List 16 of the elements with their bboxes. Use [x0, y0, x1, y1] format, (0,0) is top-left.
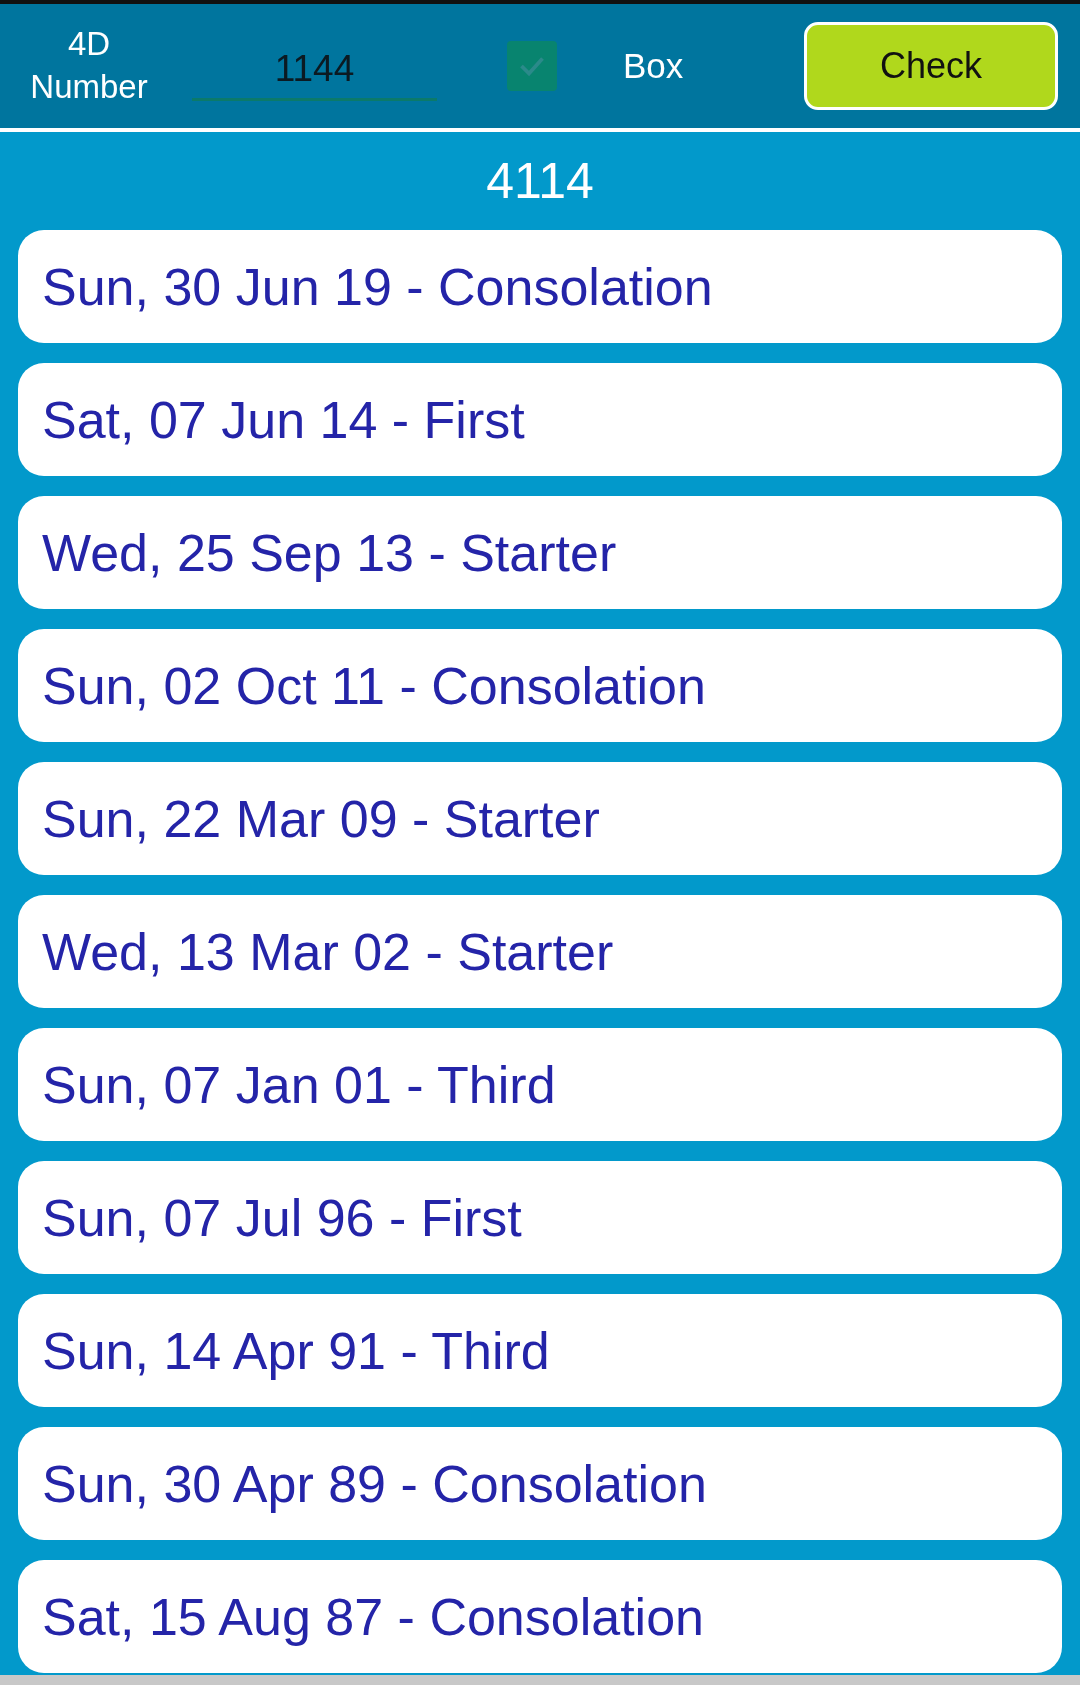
box-label: Box: [623, 46, 684, 86]
number-label: 4D Number: [29, 24, 149, 107]
result-card[interactable]: Sun, 14 Apr 91 - Third: [18, 1294, 1062, 1407]
permutation-number: 4114: [486, 152, 594, 210]
result-card[interactable]: Wed, 25 Sep 13 - Starter: [18, 496, 1062, 609]
box-checkbox[interactable]: [507, 41, 557, 91]
result-card[interactable]: Sun, 30 Apr 89 - Consolation: [18, 1427, 1062, 1540]
result-card[interactable]: Sun, 07 Jul 96 - First: [18, 1161, 1062, 1274]
result-card[interactable]: Sun, 02 Oct 11 - Consolation: [18, 629, 1062, 742]
result-card[interactable]: Sat, 15 Aug 87 - Consolation: [18, 1560, 1062, 1673]
result-card[interactable]: Sun, 07 Jan 01 - Third: [18, 1028, 1062, 1141]
result-card[interactable]: Sun, 30 Jun 19 - Consolation: [18, 230, 1062, 343]
result-card[interactable]: Wed, 13 Mar 02 - Starter: [18, 895, 1062, 1008]
result-card[interactable]: Sat, 07 Jun 14 - First: [18, 363, 1062, 476]
check-button[interactable]: Check: [804, 22, 1058, 110]
result-card[interactable]: Sun, 22 Mar 09 - Starter: [18, 762, 1062, 875]
